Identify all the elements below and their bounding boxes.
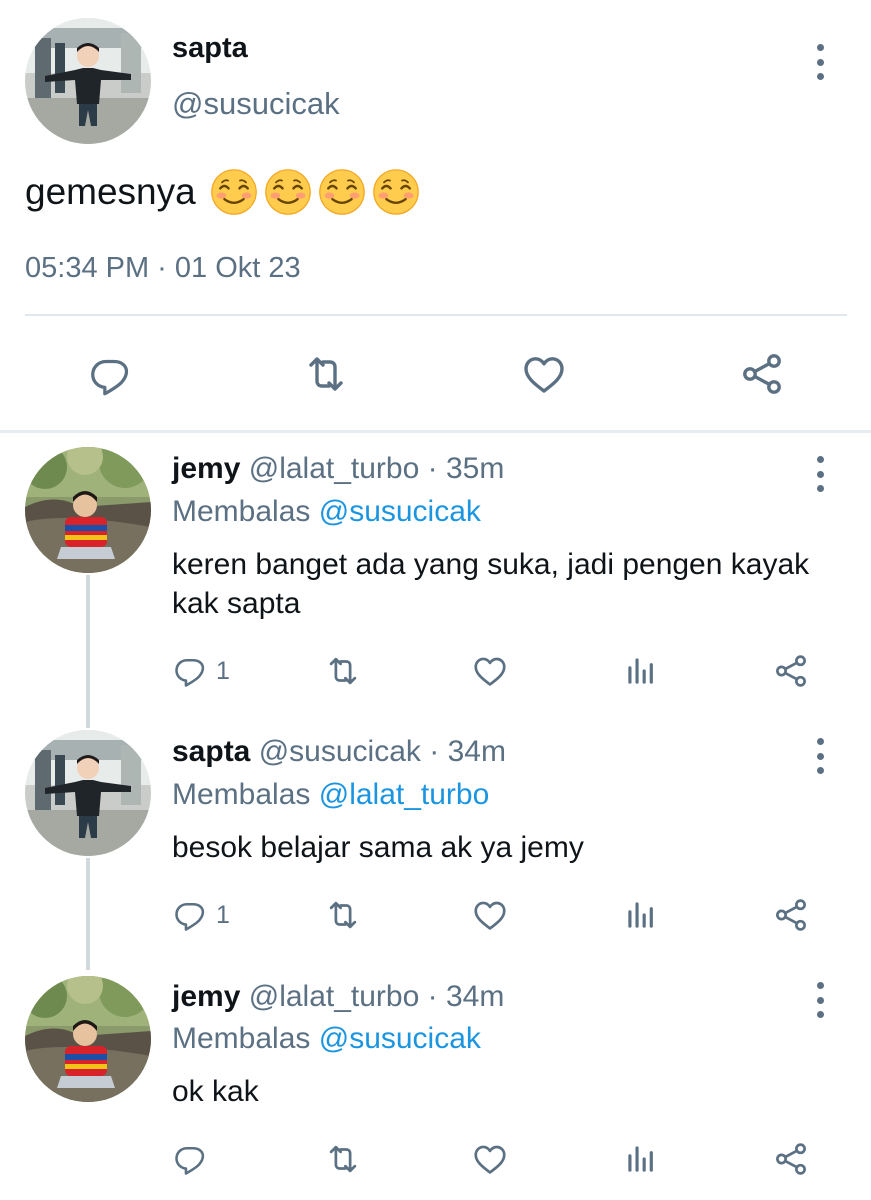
replying-to-label: Membalas (172, 495, 311, 528)
reply-count: 1 (216, 657, 230, 685)
reply-time: · 34m (429, 735, 506, 768)
retweet-icon[interactable] (324, 1140, 362, 1178)
reply-text: ok kak (172, 1075, 259, 1108)
more-options-icon[interactable] (814, 738, 826, 774)
reply-icon[interactable] (86, 350, 134, 398)
smiling-face-emoji (318, 168, 366, 216)
like-icon[interactable] (520, 350, 568, 398)
like-icon[interactable] (471, 896, 509, 934)
tweet-text-content: gemesnya (25, 171, 196, 212)
reply-icon[interactable] (172, 896, 208, 932)
smiling-face-emoji (264, 168, 312, 216)
mention-link[interactable]: @susucicak (319, 495, 481, 528)
reply-avatar[interactable] (25, 730, 151, 856)
author-handle[interactable]: @susucicak (172, 86, 340, 122)
more-options-icon[interactable] (814, 44, 826, 80)
reply-text: keren banget ada yang suka, jadi pengen … (172, 548, 810, 620)
reply-author-handle[interactable]: @susucicak (259, 735, 421, 768)
retweet-icon[interactable] (324, 896, 362, 934)
reply-author-handle[interactable]: @lalat_turbo (249, 980, 420, 1013)
reply-header: jemy @lalat_turbo · 34m (172, 980, 504, 1014)
mention-link[interactable]: @lalat_turbo (319, 778, 490, 811)
share-icon[interactable] (772, 896, 810, 934)
reply-author-name[interactable]: sapta (172, 735, 250, 768)
replying-to-label: Membalas (172, 1022, 311, 1055)
reply-avatar[interactable] (25, 447, 151, 573)
replying-to: Membalas @susucicak (172, 495, 481, 529)
analytics-icon[interactable] (622, 652, 660, 690)
smiling-face-emoji (210, 168, 258, 216)
like-icon[interactable] (471, 652, 509, 690)
reply-header: jemy @lalat_turbo · 35m (172, 452, 504, 486)
reply-avatar[interactable] (25, 976, 151, 1102)
retweet-icon[interactable] (302, 350, 350, 398)
mention-link[interactable]: @susucicak (319, 1022, 481, 1055)
section-divider (0, 430, 871, 433)
smiling-face-emoji (372, 168, 420, 216)
analytics-icon[interactable] (622, 896, 660, 934)
analytics-icon[interactable] (622, 1140, 660, 1178)
share-icon[interactable] (738, 350, 786, 398)
share-icon[interactable] (772, 652, 810, 690)
author-name[interactable]: sapta (172, 32, 248, 65)
thread-connector-line (86, 575, 90, 728)
tweet-text: gemesnya (25, 168, 420, 216)
divider (25, 314, 847, 316)
reply-time: · 35m (427, 452, 505, 485)
like-icon[interactable] (471, 1140, 509, 1178)
reply-header: sapta @susucicak · 34m (172, 735, 506, 769)
tweet-timestamp[interactable]: 05:34 PM · 01 Okt 23 (25, 252, 301, 285)
more-options-icon[interactable] (814, 982, 826, 1018)
reply-icon[interactable] (172, 652, 208, 688)
share-icon[interactable] (772, 1140, 810, 1178)
thread-connector-line (86, 858, 90, 970)
reply-time: · 34m (427, 980, 505, 1013)
reply-text: besok belajar sama ak ya jemy (172, 831, 584, 864)
reply-count: 1 (216, 901, 230, 929)
author-avatar[interactable] (25, 18, 151, 144)
reply-icon[interactable] (172, 1140, 208, 1176)
more-options-icon[interactable] (814, 456, 826, 492)
reply-author-handle[interactable]: @lalat_turbo (249, 452, 420, 485)
smiling-face-emoji-group (210, 168, 420, 216)
reply-author-name[interactable]: jemy (172, 452, 240, 485)
replying-to: Membalas @susucicak (172, 1022, 481, 1056)
retweet-icon[interactable] (324, 652, 362, 690)
reply-author-name[interactable]: jemy (172, 980, 240, 1013)
replying-to: Membalas @lalat_turbo (172, 778, 489, 812)
replying-to-label: Membalas (172, 778, 311, 811)
